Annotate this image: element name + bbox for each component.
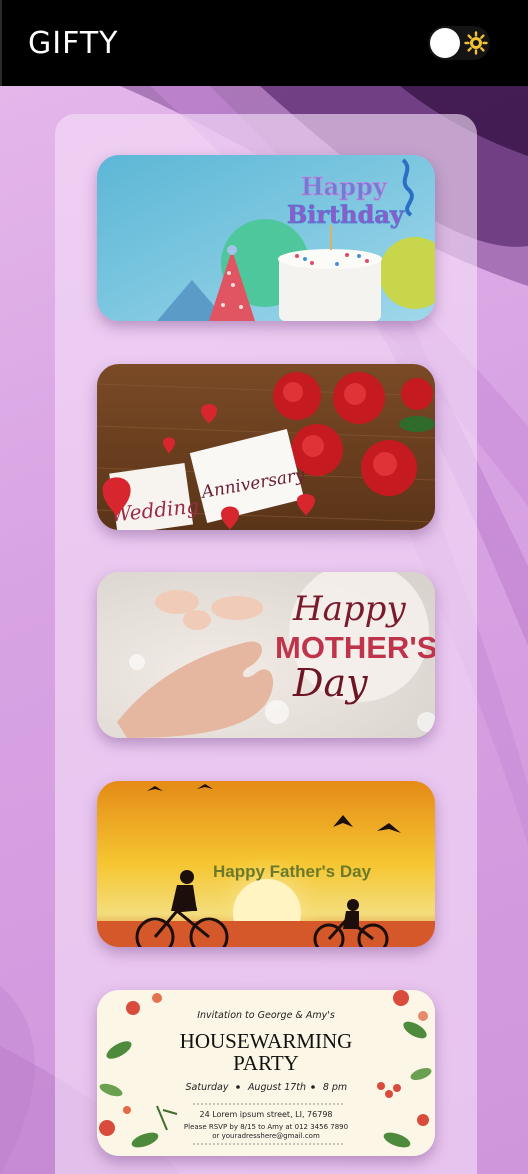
- anniversary-image: Wedding Anniversary: [97, 364, 435, 530]
- app-screen: GIFTY Happy Birthday Wedding Anniversary…: [0, 0, 528, 1174]
- sun-icon: [464, 31, 488, 55]
- mothers-day-card[interactable]: Happy MOTHER'S Day: [97, 572, 435, 738]
- app-header: GIFTY: [0, 0, 528, 86]
- theme-toggle[interactable]: [428, 26, 490, 60]
- birthday-line2: Birthday: [287, 200, 405, 229]
- birthday-card[interactable]: Happy Birthday: [97, 155, 435, 321]
- housewarming-time: 8 pm: [323, 1082, 347, 1093]
- fathers-day-image: Happy Father's Day: [97, 781, 435, 947]
- mothers-day-image: Happy MOTHER'S Day: [97, 572, 435, 738]
- fathers-day-card[interactable]: Happy Father's Day: [97, 781, 435, 947]
- birthday-line1: Happy: [301, 172, 388, 201]
- housewarming-card[interactable]: Invitation to George & Amy's HOUSEWARMIN…: [97, 990, 435, 1156]
- app-title: GIFTY: [28, 25, 119, 61]
- housewarming-image: Invitation to George & Amy's HOUSEWARMIN…: [97, 990, 435, 1156]
- mothers-line3: Day: [292, 661, 368, 705]
- separator-dot: [311, 1085, 315, 1089]
- anniversary-card[interactable]: Wedding Anniversary: [97, 364, 435, 530]
- housewarming-title1: HOUSEWARMING: [180, 1029, 353, 1053]
- housewarming-rsvp: Please RSVP by 8/15 to Amy at 012 3456 7…: [184, 1123, 348, 1131]
- birthday-image: Happy Birthday: [97, 155, 435, 321]
- housewarming-date: August 17th: [247, 1082, 306, 1093]
- toggle-knob: [430, 28, 460, 58]
- separator-dot: [236, 1085, 240, 1089]
- housewarming-email: or youradresshere@gmail.com: [212, 1132, 320, 1140]
- housewarming-title2: PARTY: [233, 1051, 299, 1075]
- housewarming-day: Saturday: [186, 1082, 229, 1093]
- housewarming-invite: Invitation to George & Amy's: [197, 1010, 335, 1021]
- mothers-line1: Happy: [292, 589, 406, 629]
- fathers-line1: Happy Father's Day: [213, 862, 372, 881]
- housewarming-address: 24 Lorem ipsum street, LI, 76798: [199, 1110, 332, 1119]
- mothers-line2: MOTHER'S: [275, 630, 435, 665]
